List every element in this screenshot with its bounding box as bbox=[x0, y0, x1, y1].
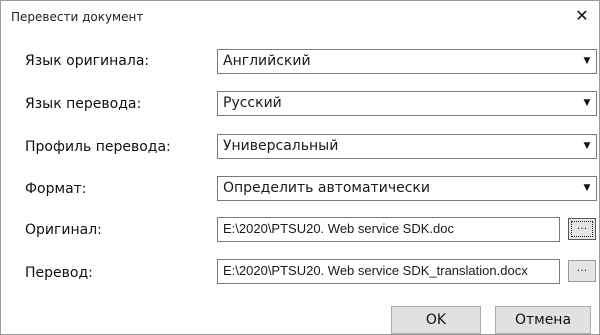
source-language-value: Английский bbox=[223, 53, 311, 69]
format-label: Формат: bbox=[25, 181, 87, 197]
format-select[interactable]: Определить автоматически ▼ bbox=[217, 176, 597, 201]
profile-label: Профиль перевода: bbox=[25, 139, 171, 155]
target-language-select[interactable]: Русский ▼ bbox=[217, 91, 597, 116]
target-language-label: Язык перевода: bbox=[25, 96, 142, 112]
original-path-field[interactable]: E:\2020\PTSU20. Web service SDK.doc bbox=[217, 217, 560, 242]
source-language-select[interactable]: Английский ▼ bbox=[217, 49, 597, 74]
chevron-down-icon: ▼ bbox=[583, 98, 591, 108]
chevron-down-icon: ▼ bbox=[583, 141, 591, 151]
profile-value: Универсальный bbox=[223, 138, 339, 154]
cancel-button[interactable]: Отмена bbox=[495, 306, 591, 334]
source-language-label: Язык оригинала: bbox=[25, 53, 150, 69]
translation-path-value: E:\2020\PTSU20. Web service SDK_translat… bbox=[223, 263, 528, 278]
ok-button[interactable]: OK bbox=[391, 306, 481, 334]
browse-translation-button[interactable]: ... bbox=[568, 260, 596, 282]
browse-original-button[interactable]: ... bbox=[568, 218, 596, 240]
dialog-title: Перевести документ bbox=[11, 10, 144, 24]
translation-path-field[interactable]: E:\2020\PTSU20. Web service SDK_translat… bbox=[217, 259, 560, 284]
profile-select[interactable]: Универсальный ▼ bbox=[217, 134, 597, 159]
format-value: Определить автоматически bbox=[223, 180, 430, 196]
original-label: Оригинал: bbox=[25, 222, 102, 238]
title-bar: Перевести документ ✕ bbox=[1, 1, 599, 32]
translate-document-dialog: Перевести документ ✕ Язык оригинала: Анг… bbox=[0, 0, 600, 335]
target-language-value: Русский bbox=[223, 95, 282, 111]
original-path-value: E:\2020\PTSU20. Web service SDK.doc bbox=[223, 221, 454, 236]
translation-label: Перевод: bbox=[25, 265, 93, 281]
chevron-down-icon: ▼ bbox=[583, 183, 591, 193]
close-icon[interactable]: ✕ bbox=[571, 5, 593, 27]
chevron-down-icon: ▼ bbox=[583, 56, 591, 66]
